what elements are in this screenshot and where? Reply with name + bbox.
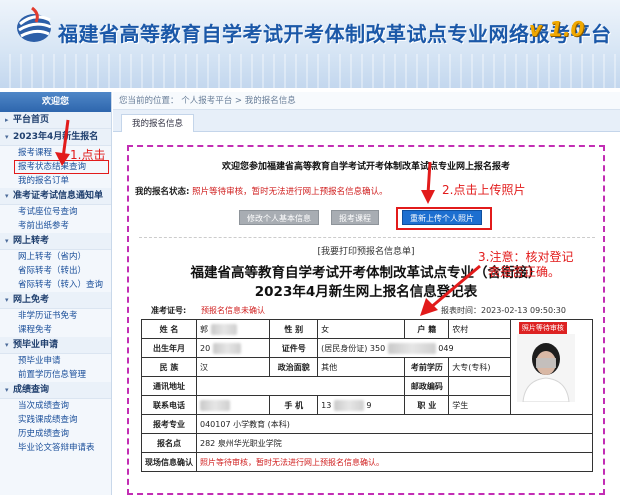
sidebar-section-scores[interactable]: ▾ 成绩查询 bbox=[0, 382, 111, 399]
student-photo bbox=[516, 334, 575, 402]
status-value: 照片等待审核，暂时无法进行网上预报名信息确认。 bbox=[192, 187, 388, 197]
sidebar-item-course-exemption[interactable]: 课程免考 bbox=[0, 323, 111, 337]
modify-info-button[interactable]: 修改个人基本信息 bbox=[239, 210, 319, 225]
redacted-block bbox=[212, 342, 241, 354]
sidebar-item-cert-exemption[interactable]: 非学历证书免考 bbox=[0, 309, 111, 323]
breadcrumb: 您当前的位置： 个人报考平台 > 我的报名信息 bbox=[113, 92, 620, 110]
sidebar-item-graduation-apply[interactable]: 预毕业申请 bbox=[0, 354, 111, 368]
table-row: 姓 名 郭 性 别 女 户 籍 农村 照片等待审核 bbox=[141, 319, 594, 415]
redacted-block bbox=[333, 399, 364, 411]
sidebar-item-current-score[interactable]: 当次成绩查询 bbox=[0, 399, 111, 413]
redacted-block bbox=[387, 342, 436, 354]
divider bbox=[139, 237, 595, 238]
sidebar-item-practice-score[interactable]: 实践课成绩查询 bbox=[0, 413, 111, 427]
table-row: 报名点 282 泉州华光职业学院 bbox=[141, 433, 593, 453]
chevron-down-icon: ▾ bbox=[5, 386, 9, 394]
sidebar-item-history-score[interactable]: 历史成绩查询 bbox=[0, 427, 111, 441]
site-header: 福建省高等教育自学考试开考体制改革试点专业网络报考平台 v 1.0 bbox=[0, 0, 620, 88]
sidebar-item-transfer-in[interactable]: 省际转考（转入）查询 bbox=[0, 278, 111, 292]
chevron-down-icon: ▾ bbox=[5, 341, 9, 349]
photo-status-tag: 照片等待审核 bbox=[518, 322, 567, 334]
chevron-down-icon: ▾ bbox=[5, 192, 9, 200]
registration-panel: 欢迎您参加福建省高等教育自学考试开考体制改革试点专业网上报名报考 我的报名状态:… bbox=[127, 145, 605, 495]
form-title-line2: 2023年4月新生网上报名信息登记表 bbox=[254, 284, 478, 300]
annotation-step-2: 2.点击上传照片 bbox=[442, 183, 526, 197]
status-label: 我的报名状态: bbox=[135, 187, 190, 197]
chevron-down-icon: ▾ bbox=[5, 237, 9, 245]
sidebar-item-transfer-in-province[interactable]: 网上转考（省内） bbox=[0, 250, 111, 264]
ticket-label: 准考证号: bbox=[151, 306, 187, 315]
sidebar-item-transfer-out[interactable]: 省际转考（转出） bbox=[0, 264, 111, 278]
status-row: 我的报名状态: 照片等待审核，暂时无法进行网上预报名信息确认。 bbox=[135, 185, 603, 197]
tab-my-registration[interactable]: 我的报名信息 bbox=[121, 114, 195, 132]
table-row: 现场信息确认 照片等待审核，暂时无法进行网上预报名信息确认。 bbox=[141, 452, 593, 472]
welcome-banner: 欢迎您 bbox=[0, 92, 111, 112]
logo-icon bbox=[17, 6, 52, 42]
course-button[interactable]: 报考课程 bbox=[331, 210, 379, 225]
ticket-value: 预报名信息未确认 bbox=[201, 306, 265, 315]
version-label: v 1.0 bbox=[529, 17, 585, 41]
sidebar-section-admission[interactable]: ▾ 准考证考试信息通知单 bbox=[0, 188, 111, 205]
chevron-down-icon: ▾ bbox=[5, 296, 9, 304]
sidebar-item-thesis[interactable]: 毕业论文答辩申请表 bbox=[0, 441, 111, 455]
tab-bar: 我的报名信息 bbox=[113, 110, 620, 132]
sidebar-item-seat-query[interactable]: 考试座位号查询 bbox=[0, 205, 111, 219]
sidebar-section-exemption[interactable]: ▾ 网上免考 bbox=[0, 292, 111, 309]
chevron-down-icon: ▾ bbox=[5, 133, 9, 141]
annotation-step-3: 3.注意：核对登记 表是否正确。 bbox=[478, 250, 574, 279]
redacted-block bbox=[210, 323, 237, 335]
redacted-block bbox=[200, 399, 230, 411]
annotation-arrow-3 bbox=[420, 264, 481, 316]
sidebar-section-transfer[interactable]: ▾ 网上转考 bbox=[0, 233, 111, 250]
main-content: 您当前的位置： 个人报考平台 > 我的报名信息 我的报名信息 欢迎您参加福建省高… bbox=[113, 92, 620, 495]
welcome-text: 欢迎您参加福建省高等教育自学考试开考体制改革试点专业网上报名报考 bbox=[221, 162, 510, 172]
photo-cell: 照片等待审核 bbox=[509, 319, 594, 415]
annotation-arrow-2 bbox=[421, 161, 435, 204]
sidebar-item-prior-edu[interactable]: 前置学历信息管理 bbox=[0, 368, 111, 382]
sidebar-item-exam-ref[interactable]: 考前出纸参考 bbox=[0, 219, 111, 233]
info-table: 姓 名 郭 性 别 女 户 籍 农村 照片等待审核 出生年月 20 证件号 (居… bbox=[141, 319, 594, 472]
annotation-step-1: 1.点击 bbox=[70, 148, 106, 162]
table-row: 报考专业 040107 小学教育 (本科) bbox=[141, 414, 593, 434]
sidebar-section-graduation[interactable]: ▾ 预毕业申请 bbox=[0, 337, 111, 354]
highlight-box bbox=[396, 207, 492, 230]
header-decoration bbox=[0, 54, 620, 88]
chevron-right-icon: ▸ bbox=[5, 116, 9, 124]
